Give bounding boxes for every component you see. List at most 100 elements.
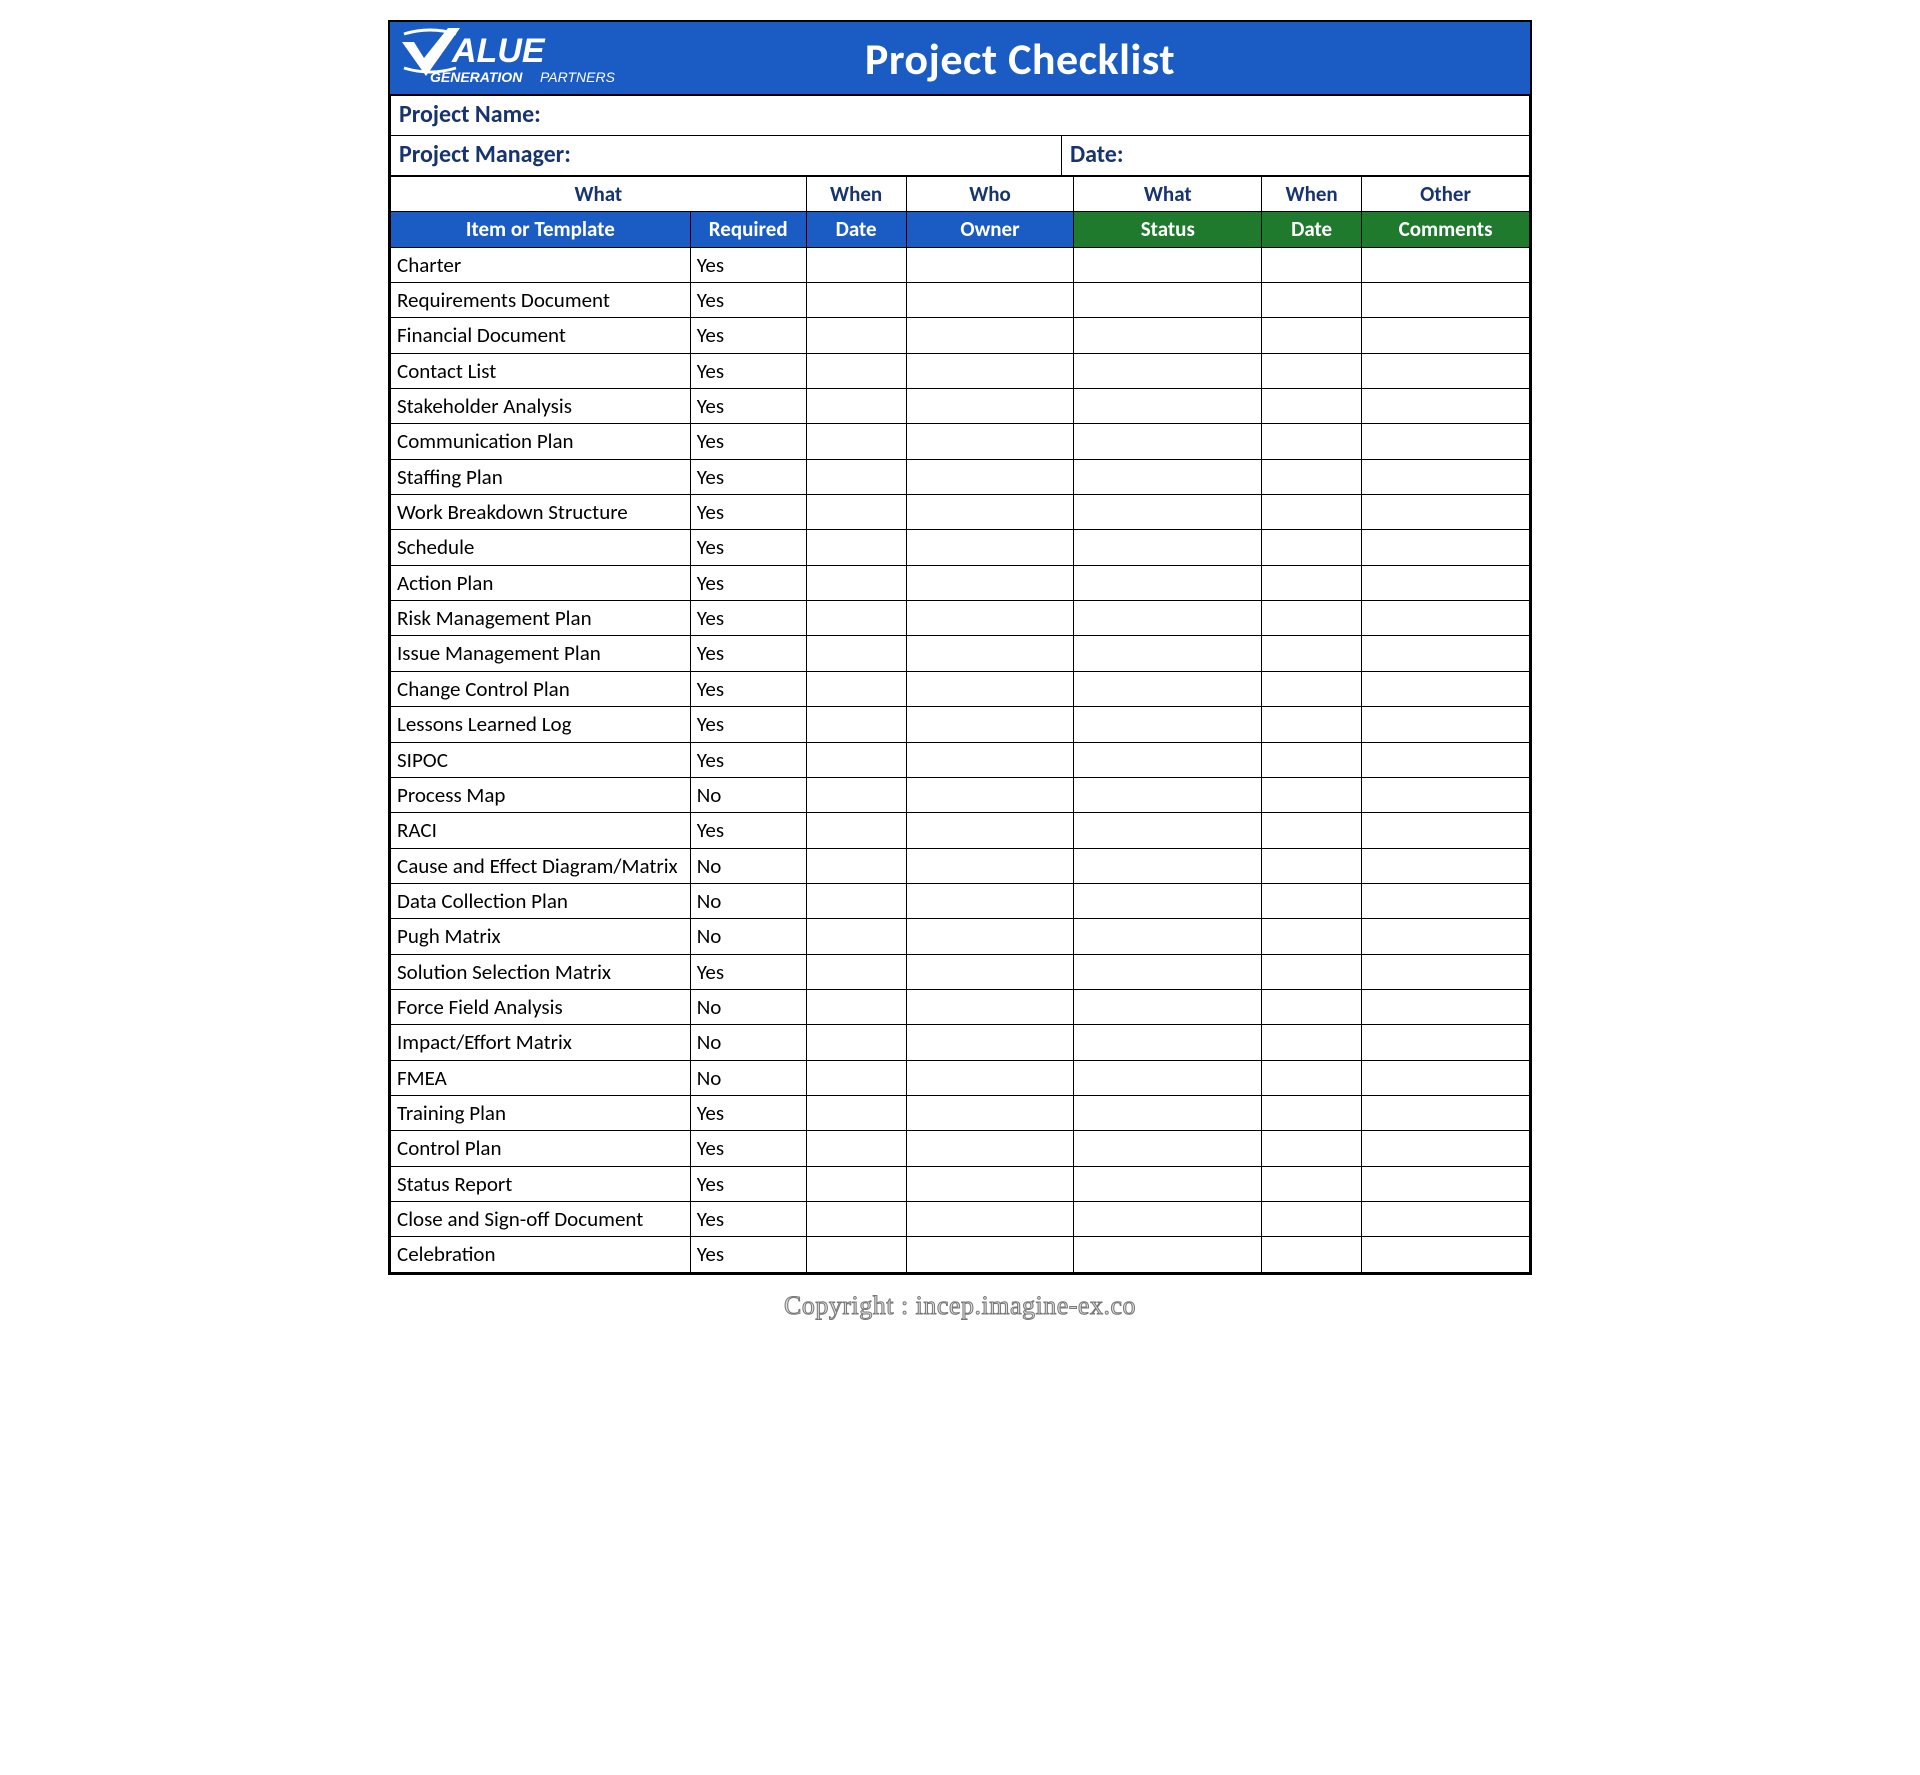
cell-status[interactable] [1074, 459, 1262, 494]
project-manager-field[interactable]: Project Manager: [391, 136, 1062, 176]
cell-date-2[interactable] [1262, 777, 1362, 812]
cell-date-2[interactable] [1262, 389, 1362, 424]
cell-date-2[interactable] [1262, 424, 1362, 459]
cell-status[interactable] [1074, 353, 1262, 388]
cell-date-2[interactable] [1262, 813, 1362, 848]
cell-status[interactable] [1074, 247, 1262, 282]
cell-comments[interactable] [1362, 777, 1530, 812]
cell-date-1[interactable] [806, 353, 906, 388]
cell-date-2[interactable] [1262, 954, 1362, 989]
cell-date-1[interactable] [806, 247, 906, 282]
cell-status[interactable] [1074, 424, 1262, 459]
cell-owner[interactable] [906, 247, 1074, 282]
cell-status[interactable] [1074, 318, 1262, 353]
cell-comments[interactable] [1362, 954, 1530, 989]
cell-status[interactable] [1074, 919, 1262, 954]
cell-date-2[interactable] [1262, 1237, 1362, 1272]
cell-date-1[interactable] [806, 954, 906, 989]
cell-date-1[interactable] [806, 848, 906, 883]
cell-date-2[interactable] [1262, 742, 1362, 777]
cell-date-1[interactable] [806, 495, 906, 530]
cell-owner[interactable] [906, 671, 1074, 706]
cell-date-2[interactable] [1262, 1025, 1362, 1060]
cell-date-1[interactable] [806, 989, 906, 1024]
cell-status[interactable] [1074, 1060, 1262, 1095]
cell-date-1[interactable] [806, 777, 906, 812]
cell-owner[interactable] [906, 707, 1074, 742]
cell-date-1[interactable] [806, 1237, 906, 1272]
cell-comments[interactable] [1362, 989, 1530, 1024]
cell-status[interactable] [1074, 1237, 1262, 1272]
cell-date-1[interactable] [806, 283, 906, 318]
cell-date-1[interactable] [806, 1025, 906, 1060]
cell-owner[interactable] [906, 989, 1074, 1024]
cell-owner[interactable] [906, 1060, 1074, 1095]
cell-owner[interactable] [906, 883, 1074, 918]
cell-date-1[interactable] [806, 565, 906, 600]
cell-owner[interactable] [906, 777, 1074, 812]
cell-status[interactable] [1074, 777, 1262, 812]
cell-comments[interactable] [1362, 389, 1530, 424]
cell-status[interactable] [1074, 954, 1262, 989]
cell-date-1[interactable] [806, 1131, 906, 1166]
cell-status[interactable] [1074, 1131, 1262, 1166]
cell-comments[interactable] [1362, 1060, 1530, 1095]
cell-comments[interactable] [1362, 813, 1530, 848]
cell-comments[interactable] [1362, 1201, 1530, 1236]
cell-owner[interactable] [906, 1166, 1074, 1201]
cell-date-2[interactable] [1262, 1131, 1362, 1166]
cell-status[interactable] [1074, 389, 1262, 424]
cell-comments[interactable] [1362, 318, 1530, 353]
cell-date-1[interactable] [806, 530, 906, 565]
cell-status[interactable] [1074, 883, 1262, 918]
cell-owner[interactable] [906, 954, 1074, 989]
cell-comments[interactable] [1362, 530, 1530, 565]
cell-comments[interactable] [1362, 283, 1530, 318]
cell-comments[interactable] [1362, 636, 1530, 671]
cell-date-1[interactable] [806, 389, 906, 424]
cell-status[interactable] [1074, 565, 1262, 600]
cell-owner[interactable] [906, 283, 1074, 318]
cell-owner[interactable] [906, 848, 1074, 883]
cell-owner[interactable] [906, 1025, 1074, 1060]
cell-date-2[interactable] [1262, 247, 1362, 282]
cell-status[interactable] [1074, 707, 1262, 742]
cell-status[interactable] [1074, 530, 1262, 565]
cell-date-2[interactable] [1262, 459, 1362, 494]
cell-date-1[interactable] [806, 1060, 906, 1095]
cell-comments[interactable] [1362, 742, 1530, 777]
cell-date-2[interactable] [1262, 495, 1362, 530]
cell-owner[interactable] [906, 318, 1074, 353]
cell-date-1[interactable] [806, 318, 906, 353]
cell-date-2[interactable] [1262, 1166, 1362, 1201]
cell-status[interactable] [1074, 848, 1262, 883]
cell-comments[interactable] [1362, 919, 1530, 954]
cell-comments[interactable] [1362, 459, 1530, 494]
cell-owner[interactable] [906, 919, 1074, 954]
cell-date-1[interactable] [806, 671, 906, 706]
cell-date-2[interactable] [1262, 636, 1362, 671]
cell-status[interactable] [1074, 1201, 1262, 1236]
cell-date-2[interactable] [1262, 1060, 1362, 1095]
cell-comments[interactable] [1362, 1025, 1530, 1060]
cell-status[interactable] [1074, 1166, 1262, 1201]
cell-date-2[interactable] [1262, 671, 1362, 706]
cell-comments[interactable] [1362, 671, 1530, 706]
cell-status[interactable] [1074, 813, 1262, 848]
cell-date-2[interactable] [1262, 530, 1362, 565]
cell-owner[interactable] [906, 530, 1074, 565]
cell-date-2[interactable] [1262, 1201, 1362, 1236]
cell-date-2[interactable] [1262, 883, 1362, 918]
cell-date-1[interactable] [806, 1095, 906, 1130]
cell-date-1[interactable] [806, 459, 906, 494]
project-name-field[interactable]: Project Name: [391, 96, 1530, 136]
cell-owner[interactable] [906, 1095, 1074, 1130]
cell-owner[interactable] [906, 495, 1074, 530]
cell-date-2[interactable] [1262, 601, 1362, 636]
cell-owner[interactable] [906, 389, 1074, 424]
cell-date-2[interactable] [1262, 1095, 1362, 1130]
cell-comments[interactable] [1362, 424, 1530, 459]
cell-comments[interactable] [1362, 495, 1530, 530]
cell-date-1[interactable] [806, 1166, 906, 1201]
date-field[interactable]: Date: [1062, 136, 1530, 176]
